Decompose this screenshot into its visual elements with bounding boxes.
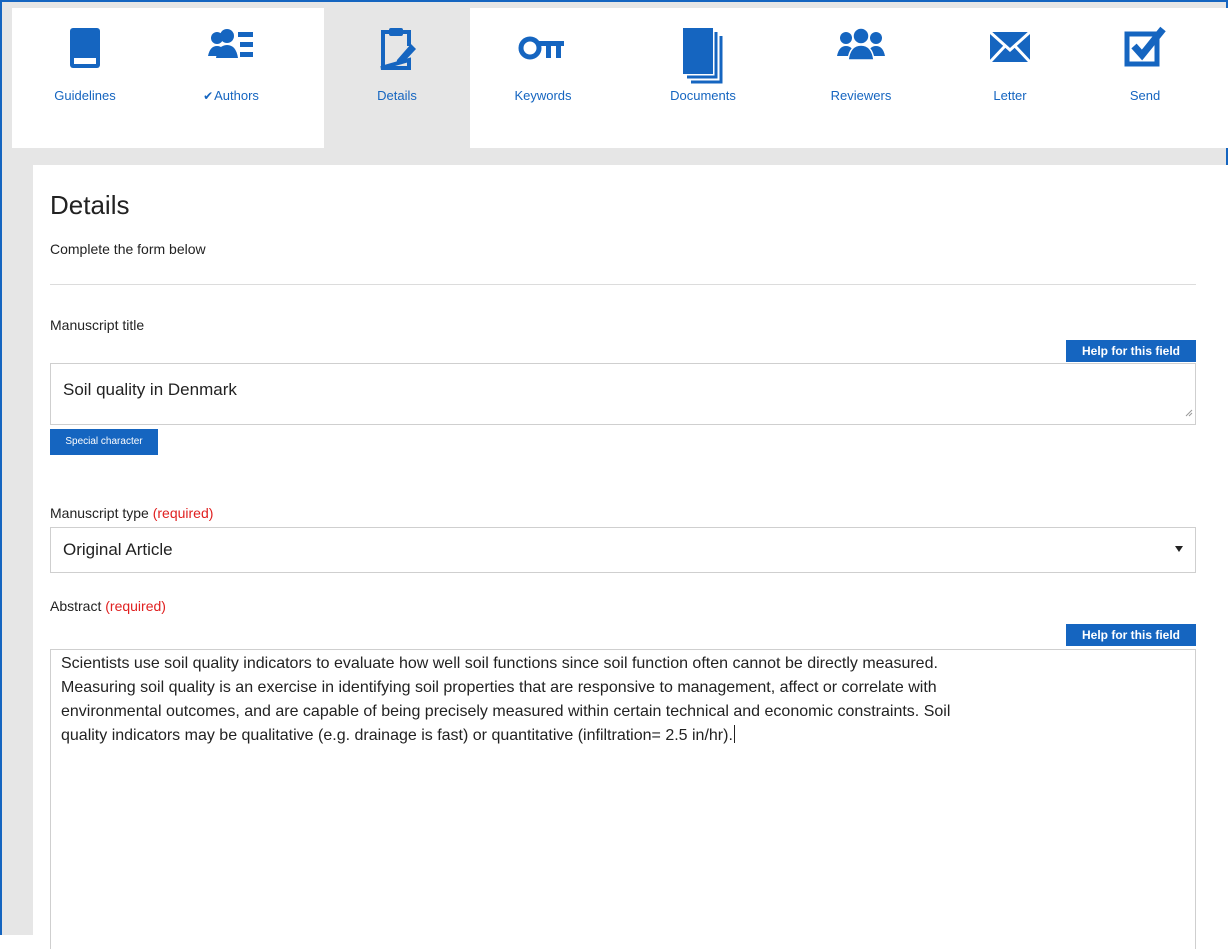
tab-letter[interactable]: Letter <box>937 8 1083 148</box>
title-help-button[interactable]: Help for this field <box>1066 340 1196 362</box>
tab-authors[interactable]: ✔Authors <box>158 8 304 148</box>
documents-icon <box>681 26 725 91</box>
tab-label: Letter <box>993 88 1027 103</box>
divider <box>50 284 1196 285</box>
tab-label: Details <box>377 88 417 103</box>
tab-label: Keywords <box>514 88 572 103</box>
details-panel: Details Complete the form below Manuscri… <box>33 165 1228 949</box>
page-title: Details <box>50 190 130 220</box>
caret-down-icon <box>1175 546 1183 552</box>
reviewers-icon <box>836 26 886 71</box>
abstract-textarea[interactable]: Scientists use soil quality indicators t… <box>50 649 1196 949</box>
required-marker: (required) <box>152 505 214 521</box>
checkbox-icon <box>1123 26 1167 73</box>
tab-guidelines[interactable]: Guidelines <box>12 8 158 148</box>
check-icon: ✔ <box>203 89 214 103</box>
abstract-label: Abstract <box>50 598 102 614</box>
tab-label: Reviewers <box>830 88 892 103</box>
manuscript-title-label: Manuscript title <box>50 317 145 333</box>
required-marker: (required) <box>105 598 166 614</box>
text-cursor <box>733 725 735 743</box>
authors-icon <box>207 26 255 71</box>
manuscript-title-value: Soil quality in Denmark <box>63 380 237 399</box>
tab-label: Guidelines <box>54 88 116 103</box>
manuscript-type-select[interactable]: Original Article <box>50 527 1196 573</box>
tab-label: Documents <box>670 88 736 103</box>
tab-details[interactable]: Details <box>324 8 470 148</box>
abstract-line: Scientists use soil quality indicators t… <box>61 655 938 672</box>
clipboard-edit-icon <box>377 26 417 77</box>
tab-label: Authors <box>214 88 259 103</box>
envelope-icon <box>988 26 1032 71</box>
book-icon <box>68 26 102 75</box>
tab-reviewers[interactable]: Reviewers <box>788 8 934 148</box>
tab-documents[interactable]: Documents <box>630 8 776 148</box>
tab-label: Send <box>1129 88 1161 103</box>
key-icon <box>518 26 568 71</box>
manuscript-title-input[interactable]: Soil quality in Denmark <box>50 363 1196 425</box>
abstract-help-button[interactable]: Help for this field <box>1066 624 1196 646</box>
page-subtitle: Complete the form below <box>50 241 206 257</box>
manuscript-type-label: Manuscript type <box>50 505 149 521</box>
tab-keywords[interactable]: Keywords <box>470 8 616 148</box>
manuscript-type-value: Original Article <box>63 540 173 559</box>
tab-send[interactable]: Send <box>1072 8 1218 148</box>
wizard-tabs: Guidelines ✔Authors Details Keywords Doc… <box>12 8 1230 148</box>
abstract-line: Measuring soil quality is an exercise in… <box>61 679 937 696</box>
abstract-line: environmental outcomes, and are capable … <box>61 703 951 720</box>
abstract-line: quality indicators may be qualitative (e… <box>61 727 733 744</box>
resize-grip-icon[interactable] <box>1185 402 1193 422</box>
special-character-button[interactable]: Special character <box>50 429 158 455</box>
